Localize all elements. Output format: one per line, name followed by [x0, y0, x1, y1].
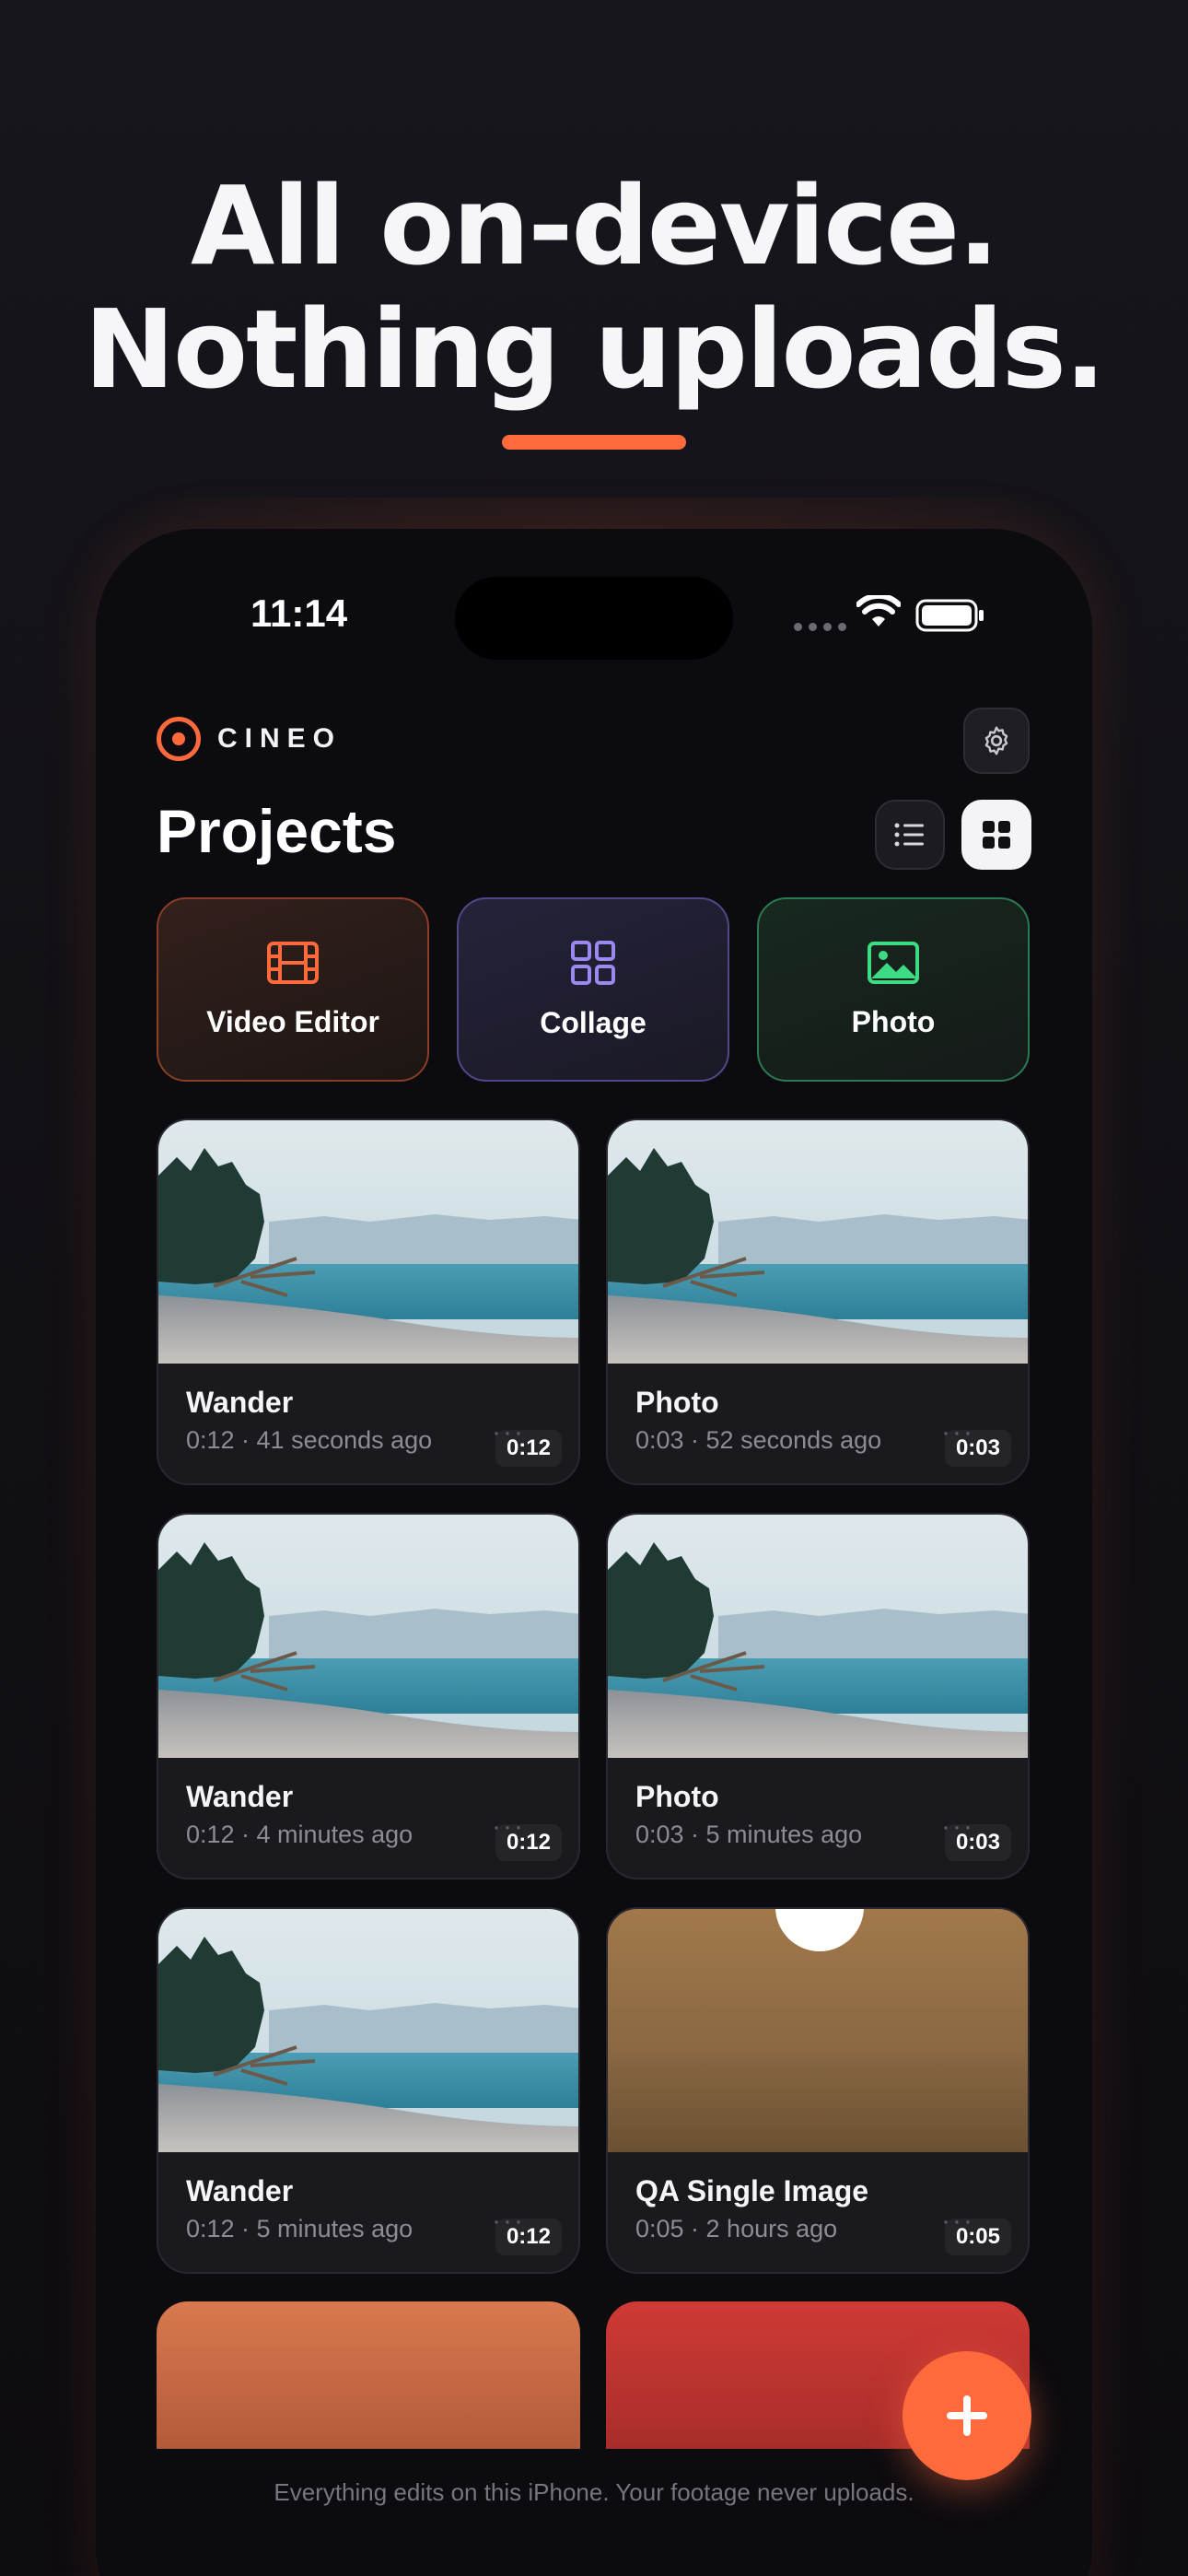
- project-card[interactable]: 0:12 Wander 0:12 · 5 minutes ago ···: [157, 1907, 580, 2274]
- grid-icon: [983, 821, 1010, 849]
- project-card[interactable]: 0:03 Photo 0:03 · 5 minutes ago ···: [606, 1513, 1030, 1879]
- project-meta: 0:03 · 52 seconds ago: [635, 1426, 882, 1454]
- headline-line-2: Nothing uploads.: [84, 286, 1105, 413]
- more-options-icon[interactable]: ···: [492, 1417, 525, 1448]
- quick-action-label: Photo: [851, 1004, 936, 1038]
- status-time: 11:14: [250, 591, 348, 635]
- brand: CINEO: [157, 717, 342, 761]
- project-thumbnail: [158, 1120, 578, 1364]
- phone-frame: 11:14 CINEO Projects Video Editor Collag…: [96, 529, 1092, 2576]
- list-icon: [894, 823, 924, 847]
- dynamic-island: [455, 577, 733, 660]
- view-toggle: [875, 800, 1031, 870]
- project-title: Wander: [186, 2174, 294, 2207]
- more-options-icon[interactable]: ···: [492, 1811, 525, 1843]
- project-card[interactable]: 0:03 Photo 0:03 · 52 seconds ago ···: [606, 1118, 1030, 1485]
- plus-icon: [947, 2395, 987, 2436]
- project-card[interactable]: 0:12 Wander 0:12 · 4 minutes ago ···: [157, 1513, 580, 1879]
- footer-note: Everything edits on this iPhone. Your fo…: [274, 2478, 914, 2506]
- collage-button[interactable]: Collage: [457, 897, 729, 1082]
- more-options-icon[interactable]: ···: [941, 1811, 974, 1843]
- headline-accent-bar: [502, 435, 686, 450]
- grid-view-button[interactable]: [961, 800, 1031, 870]
- headline: All on-device. Nothing uploads.: [0, 164, 1188, 411]
- project-title: Wander: [186, 1386, 294, 1419]
- project-meta: 0:05 · 2 hours ago: [635, 2215, 838, 2242]
- project-meta: 0:03 · 5 minutes ago: [635, 1821, 863, 1848]
- film-icon: [267, 941, 319, 984]
- brand-logo-icon: [157, 717, 201, 761]
- project-thumbnail: [608, 1120, 1028, 1364]
- project-meta: 0:12 · 4 minutes ago: [186, 1821, 413, 1848]
- project-thumbnail: [608, 1909, 1028, 2152]
- project-title: Wander: [186, 1780, 294, 1813]
- project-card[interactable]: 0:05 QA Single Image 0:05 · 2 hours ago …: [606, 1907, 1030, 2274]
- project-title: Photo: [635, 1386, 719, 1419]
- more-options-icon[interactable]: ···: [941, 1417, 974, 1448]
- settings-button[interactable]: [963, 708, 1030, 774]
- project-thumbnail: [608, 1515, 1028, 1758]
- quick-action-label: Collage: [540, 1005, 646, 1039]
- video-editor-button[interactable]: Video Editor: [157, 897, 429, 1082]
- brand-name: CINEO: [217, 723, 343, 754]
- project-thumbnail: [158, 1515, 578, 1758]
- collage-grid-icon: [571, 940, 615, 985]
- wifi-icon: [856, 595, 901, 626]
- headline-line-1: All on-device.: [190, 162, 999, 289]
- image-icon: [868, 941, 919, 984]
- project-card-partial[interactable]: [157, 2301, 580, 2449]
- project-card[interactable]: 0:12 Wander 0:12 · 41 seconds ago ···: [157, 1118, 580, 1485]
- project-meta: 0:12 · 5 minutes ago: [186, 2215, 413, 2242]
- battery-icon: [915, 599, 984, 632]
- quick-action-label: Video Editor: [206, 1004, 379, 1038]
- more-options-icon[interactable]: ···: [492, 2206, 525, 2237]
- project-title: QA Single Image: [635, 2174, 869, 2207]
- signal-dots-icon: [794, 623, 846, 631]
- project-title: Photo: [635, 1780, 719, 1813]
- photo-button[interactable]: Photo: [757, 897, 1030, 1082]
- page-title: Projects: [157, 797, 397, 865]
- quick-actions: Video Editor Collage Photo: [157, 897, 1030, 1082]
- project-meta: 0:12 · 41 seconds ago: [186, 1426, 433, 1454]
- more-options-icon[interactable]: ···: [941, 2206, 974, 2237]
- new-project-button[interactable]: [903, 2351, 1031, 2480]
- gear-icon: [984, 726, 1008, 755]
- list-view-button[interactable]: [875, 800, 945, 870]
- project-thumbnail: [158, 1909, 578, 2152]
- thumbnail-circle: [775, 1909, 864, 1951]
